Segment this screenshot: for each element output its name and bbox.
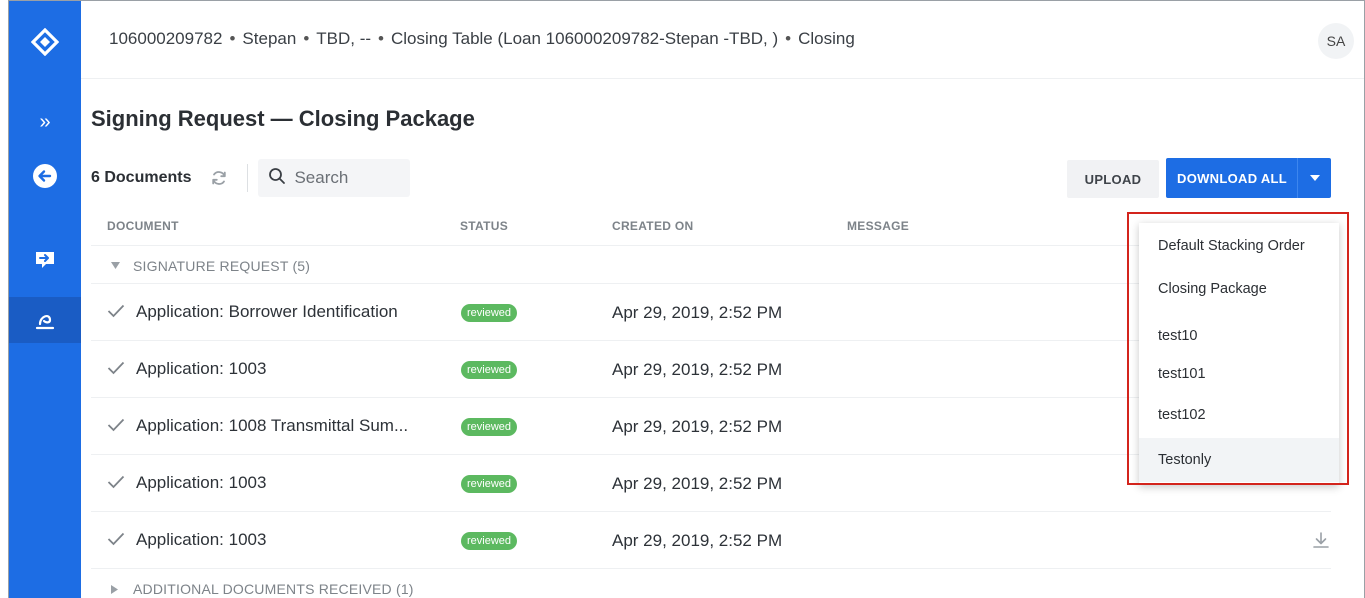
group-label: SIGNATURE REQUEST (5) <box>133 258 311 274</box>
checkmark-icon <box>107 304 125 318</box>
column-header-document[interactable]: DOCUMENT <box>107 219 179 233</box>
created-on: Apr 29, 2019, 2:52 PM <box>612 303 783 322</box>
documents-toolbar: 6 Documents <box>91 158 411 198</box>
breadcrumb: 106000209782 • Stepan • TBD, -- • Closing Tabl… <box>109 29 855 48</box>
page-title: Signing Request — Closing Package <box>91 106 475 131</box>
status-badge: reviewed <box>461 361 518 379</box>
logo-diamond-icon[interactable] <box>9 19 81 65</box>
top-header: 106000209782 • Stepan • TBD, -- • Closing Tabl… <box>81 1 1364 79</box>
column-header-status[interactable]: STATUS <box>460 219 508 233</box>
checkmark-icon <box>107 361 125 375</box>
avatar[interactable]: SA <box>1318 23 1354 59</box>
upload-button[interactable]: UPLOAD <box>1067 160 1159 198</box>
checkmark-icon <box>107 532 125 546</box>
breadcrumb-item[interactable]: Stepan <box>242 29 296 48</box>
back-arrow-circle-icon[interactable] <box>9 153 81 199</box>
download-icon[interactable] <box>1311 530 1331 550</box>
menu-item-testonly[interactable]: Testonly <box>1139 438 1339 482</box>
column-header-created-on[interactable]: CREATED ON <box>612 219 693 233</box>
status-badge: reviewed <box>461 304 518 322</box>
status-badge: reviewed <box>461 532 518 550</box>
breadcrumb-item[interactable]: Closing <box>798 29 855 48</box>
menu-item-test101[interactable]: test101 <box>1139 354 1339 394</box>
document-name[interactable]: Application: 1003 <box>136 473 266 493</box>
sidebar: » <box>9 1 81 598</box>
created-on: Apr 29, 2019, 2:52 PM <box>612 417 783 436</box>
breadcrumb-item[interactable]: TBD, -- <box>316 29 371 48</box>
refresh-icon[interactable] <box>209 168 229 188</box>
double-chevron-right-icon[interactable]: » <box>9 99 81 145</box>
status-badge: reviewed <box>461 418 518 436</box>
created-on: Apr 29, 2019, 2:52 PM <box>612 474 783 493</box>
document-name[interactable]: Application: 1008 Transmittal Sum... <box>136 416 408 436</box>
search-icon <box>268 167 286 190</box>
created-on: Apr 29, 2019, 2:52 PM <box>612 360 783 379</box>
menu-item-closing-package[interactable]: Closing Package <box>1139 269 1339 309</box>
breadcrumb-item[interactable]: 106000209782 <box>109 29 222 48</box>
document-name[interactable]: Application: Borrower Identification <box>136 302 398 322</box>
triangle-down-icon <box>111 262 120 269</box>
signature-icon[interactable] <box>9 297 81 343</box>
document-count: 6 Documents <box>91 169 192 186</box>
group-header-additional-documents[interactable]: ADDITIONAL DOCUMENTS RECEIVED (1) <box>91 569 1331 598</box>
download-options-menu: Default Stacking Order Closing Package t… <box>1139 223 1339 485</box>
search-input[interactable] <box>294 168 405 188</box>
menu-item-default-stacking-order[interactable]: Default Stacking Order <box>1139 226 1339 266</box>
group-label: ADDITIONAL DOCUMENTS RECEIVED (1) <box>133 581 414 597</box>
download-all-label[interactable]: DOWNLOAD ALL <box>1166 158 1297 198</box>
chevron-down-icon[interactable] <box>1297 158 1331 198</box>
search-box[interactable] <box>258 159 411 197</box>
status-badge: reviewed <box>461 475 518 493</box>
inbox-arrow-icon[interactable] <box>9 237 81 283</box>
checkmark-icon <box>107 418 125 432</box>
breadcrumb-item[interactable]: Closing Table (Loan 106000209782-Stepan … <box>391 29 778 48</box>
toolbar-divider <box>247 164 249 192</box>
column-header-message[interactable]: MESSAGE <box>847 219 909 233</box>
document-name[interactable]: Application: 1003 <box>136 359 266 379</box>
document-name[interactable]: Application: 1003 <box>136 530 266 550</box>
created-on: Apr 29, 2019, 2:52 PM <box>612 531 783 550</box>
triangle-right-icon <box>111 585 118 594</box>
checkmark-icon <box>107 475 125 489</box>
download-all-button[interactable]: DOWNLOAD ALL <box>1166 158 1331 198</box>
menu-item-test10[interactable]: test10 <box>1139 316 1339 356</box>
table-row[interactable]: Application: 1003 reviewed Apr 29, 2019,… <box>91 512 1331 569</box>
menu-item-test102[interactable]: test102 <box>1139 395 1339 435</box>
